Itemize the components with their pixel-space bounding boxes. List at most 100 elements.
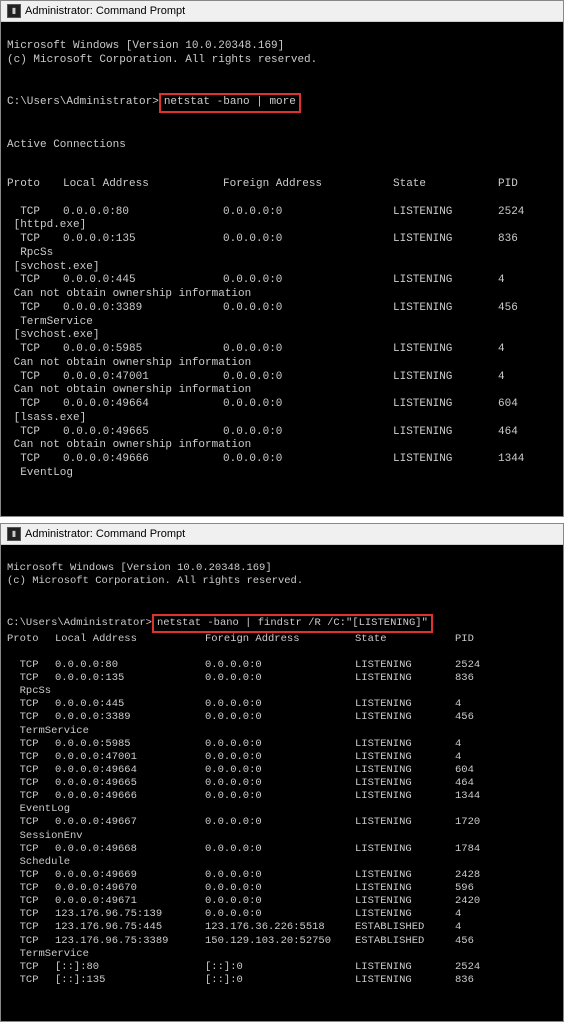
table-row: TCP0.0.0.0:496660.0.0.0:0LISTENING1344 <box>7 453 557 467</box>
owner-line: Can not obtain ownership information <box>7 288 557 302</box>
owner-line: Can not obtain ownership information <box>7 384 557 398</box>
table-row: TCP0.0.0.0:496650.0.0.0:0LISTENING464 <box>7 777 557 790</box>
cell-pid: 2524 <box>455 961 480 974</box>
cell-local: 0.0.0.0:445 <box>63 274 223 288</box>
cell-pid: 836 <box>455 974 474 987</box>
cell-proto: TCP <box>7 343 63 357</box>
table-row: TCP0.0.0.0:496700.0.0.0:0LISTENING596 <box>7 882 557 895</box>
cell-pid: 1344 <box>498 453 524 467</box>
cell-pid: 836 <box>455 672 474 685</box>
col-local: Local Address <box>63 178 223 192</box>
cell-foreign: 0.0.0.0:0 <box>205 843 355 856</box>
terminal-output[interactable]: Microsoft Windows [Version 10.0.20348.16… <box>1 545 563 1021</box>
cell-foreign: 0.0.0.0:0 <box>205 777 355 790</box>
cell-local: 0.0.0.0:49668 <box>55 843 205 856</box>
cell-foreign: [::]:0 <box>205 961 355 974</box>
col-proto: Proto <box>7 178 63 192</box>
cell-state: LISTENING <box>355 974 455 987</box>
cell-local: 0.0.0.0:49669 <box>55 869 205 882</box>
banner-line: (c) Microsoft Corporation. All rights re… <box>7 54 317 66</box>
cell-local: 0.0.0.0:49670 <box>55 882 205 895</box>
cell-state: LISTENING <box>355 659 455 672</box>
cell-foreign: 0.0.0.0:0 <box>205 869 355 882</box>
cell-foreign: 0.0.0.0:0 <box>223 302 393 316</box>
cell-proto: TCP <box>7 816 55 829</box>
cell-pid: 1344 <box>455 790 480 803</box>
cell-proto: TCP <box>7 974 55 987</box>
cell-state: LISTENING <box>355 738 455 751</box>
cell-foreign: 0.0.0.0:0 <box>223 371 393 385</box>
cell-local: 0.0.0.0:3389 <box>63 302 223 316</box>
cell-local: 0.0.0.0:49667 <box>55 816 205 829</box>
table-header: ProtoLocal AddressForeign AddressStatePI… <box>7 633 557 646</box>
cell-foreign: 0.0.0.0:0 <box>205 908 355 921</box>
cell-state: LISTENING <box>355 961 455 974</box>
cell-pid: 4 <box>498 371 505 385</box>
cell-state: LISTENING <box>393 426 498 440</box>
table-row: TCP[::]:135[::]:0LISTENING836 <box>7 974 557 987</box>
cell-proto: TCP <box>7 274 63 288</box>
cell-local: 0.0.0.0:445 <box>55 698 205 711</box>
cell-local: 0.0.0.0:49664 <box>55 764 205 777</box>
cell-proto: TCP <box>7 206 63 220</box>
col-state: State <box>355 633 455 646</box>
cell-proto: TCP <box>7 908 55 921</box>
banner-line: (c) Microsoft Corporation. All rights re… <box>7 575 303 587</box>
terminal-output[interactable]: Microsoft Windows [Version 10.0.20348.16… <box>1 22 563 516</box>
cell-local: 0.0.0.0:5985 <box>63 343 223 357</box>
cell-foreign: 0.0.0.0:0 <box>205 882 355 895</box>
table-row: TCP0.0.0.0:800.0.0.0:0LISTENING2524 <box>7 206 557 220</box>
cell-proto: TCP <box>7 233 63 247</box>
cell-foreign: [::]:0 <box>205 974 355 987</box>
cell-pid: 1720 <box>455 816 480 829</box>
cell-proto: TCP <box>7 371 63 385</box>
titlebar[interactable]: ▮ Administrator: Command Prompt <box>1 1 563 22</box>
cmd-icon: ▮ <box>7 527 21 541</box>
cell-proto: TCP <box>7 921 55 934</box>
cell-proto: TCP <box>7 738 55 751</box>
cell-pid: 596 <box>455 882 474 895</box>
cell-state: LISTENING <box>355 790 455 803</box>
cell-foreign: 0.0.0.0:0 <box>223 233 393 247</box>
cell-local: 0.0.0.0:5985 <box>55 738 205 751</box>
cmd-window-2: ▮ Administrator: Command Prompt Microsof… <box>0 523 564 1022</box>
cell-local: 0.0.0.0:47001 <box>55 751 205 764</box>
cell-pid: 464 <box>498 426 518 440</box>
table-row: TCP0.0.0.0:496680.0.0.0:0LISTENING1784 <box>7 843 557 856</box>
cell-proto: TCP <box>7 935 55 948</box>
cell-pid: 4 <box>498 274 505 288</box>
cell-local: 0.0.0.0:49665 <box>63 426 223 440</box>
cell-local: 0.0.0.0:49666 <box>63 453 223 467</box>
titlebar[interactable]: ▮ Administrator: Command Prompt <box>1 524 563 545</box>
cell-foreign: 0.0.0.0:0 <box>205 738 355 751</box>
cell-state: LISTENING <box>355 777 455 790</box>
col-foreign: Foreign Address <box>223 178 393 192</box>
table-row: TCP123.176.96.75:3389150.129.103.20:5275… <box>7 935 557 948</box>
cell-foreign: 0.0.0.0:0 <box>205 711 355 724</box>
cell-pid: 456 <box>455 711 474 724</box>
table-row: TCP0.0.0.0:59850.0.0.0:0LISTENING4 <box>7 738 557 751</box>
cell-state: LISTENING <box>355 869 455 882</box>
cmd-window-1: ▮ Administrator: Command Prompt Microsof… <box>0 0 564 517</box>
cell-proto: TCP <box>7 453 63 467</box>
owner-line: RpcSs <box>7 247 557 261</box>
table-row: TCP0.0.0.0:800.0.0.0:0LISTENING2524 <box>7 659 557 672</box>
cell-foreign: 0.0.0.0:0 <box>205 764 355 777</box>
window-title: Administrator: Command Prompt <box>25 528 185 540</box>
cell-proto: TCP <box>7 426 63 440</box>
cell-state: LISTENING <box>355 751 455 764</box>
cell-foreign: 0.0.0.0:0 <box>223 206 393 220</box>
table-row: TCP0.0.0.0:496660.0.0.0:0LISTENING1344 <box>7 790 557 803</box>
cell-pid: 604 <box>455 764 474 777</box>
cell-pid: 456 <box>455 935 474 948</box>
cell-local: 123.176.96.75:445 <box>55 921 205 934</box>
cell-proto: TCP <box>7 672 55 685</box>
cell-pid: 4 <box>498 343 505 357</box>
cell-state: LISTENING <box>355 711 455 724</box>
owner-line: [svchost.exe] <box>7 329 557 343</box>
cell-state: LISTENING <box>355 672 455 685</box>
cell-pid: 4 <box>455 908 461 921</box>
cell-pid: 464 <box>455 777 474 790</box>
cell-foreign: 0.0.0.0:0 <box>223 343 393 357</box>
cell-local: 0.0.0.0:47001 <box>63 371 223 385</box>
